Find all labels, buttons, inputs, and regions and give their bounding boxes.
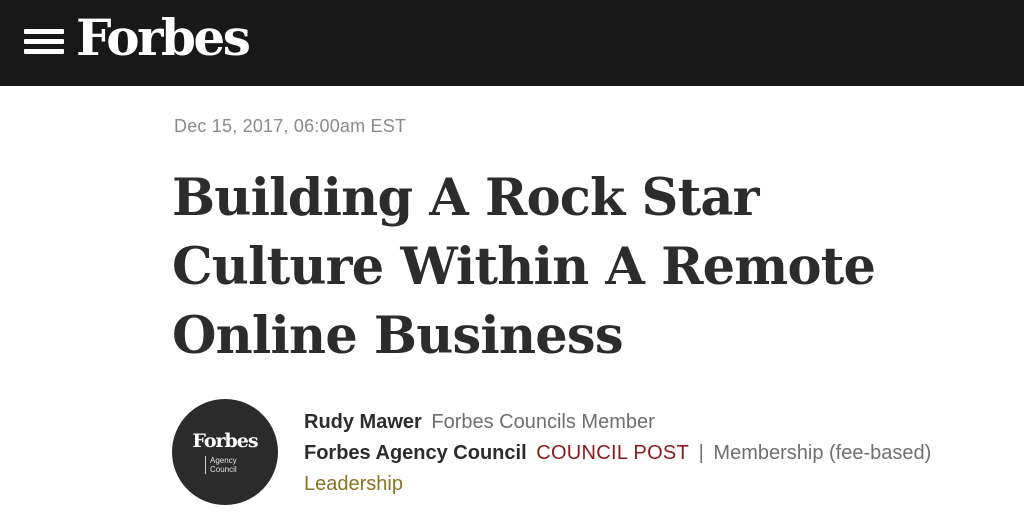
article-header: Dec 15, 2017, 06:00am EST Building A Roc… [0,86,1024,526]
hamburger-menu-icon[interactable] [24,26,64,58]
council-post-label: COUNCIL POST [536,442,690,464]
byline-separator: | [698,442,704,464]
avatar-sub-line2: Council [210,465,237,474]
author-role: Forbes Councils Member [431,411,655,433]
author-name-link[interactable]: Rudy Mawer [304,411,422,433]
council-row: Forbes Agency Council COUNCIL POST | Mem… [304,438,931,469]
menu-line [24,49,64,54]
forbes-logo[interactable]: Forbes [76,8,251,68]
channel-link-leadership[interactable]: Leadership [304,473,403,495]
channel-row: Leadership [304,469,931,500]
avatar-sub-line1: Agency [210,456,237,465]
membership-note: Membership (fee-based) [713,442,932,464]
council-name-link[interactable]: Forbes Agency Council [304,442,527,464]
avatar-forbes-logo: Forbes [192,430,258,452]
author-avatar[interactable]: Forbes Agency Council [172,399,278,505]
article-headline: Building A Rock Star Culture Within A Re… [172,168,876,366]
avatar-council-text: Agency Council [205,456,237,474]
top-navigation-bar: Forbes [0,0,1024,86]
menu-line [24,29,64,34]
author-row: Rudy Mawer Forbes Councils Member [304,407,931,438]
byline: Rudy Mawer Forbes Councils Member Forbes… [304,407,931,500]
publish-date: Dec 15, 2017, 06:00am EST [174,116,407,136]
menu-line [24,39,64,44]
